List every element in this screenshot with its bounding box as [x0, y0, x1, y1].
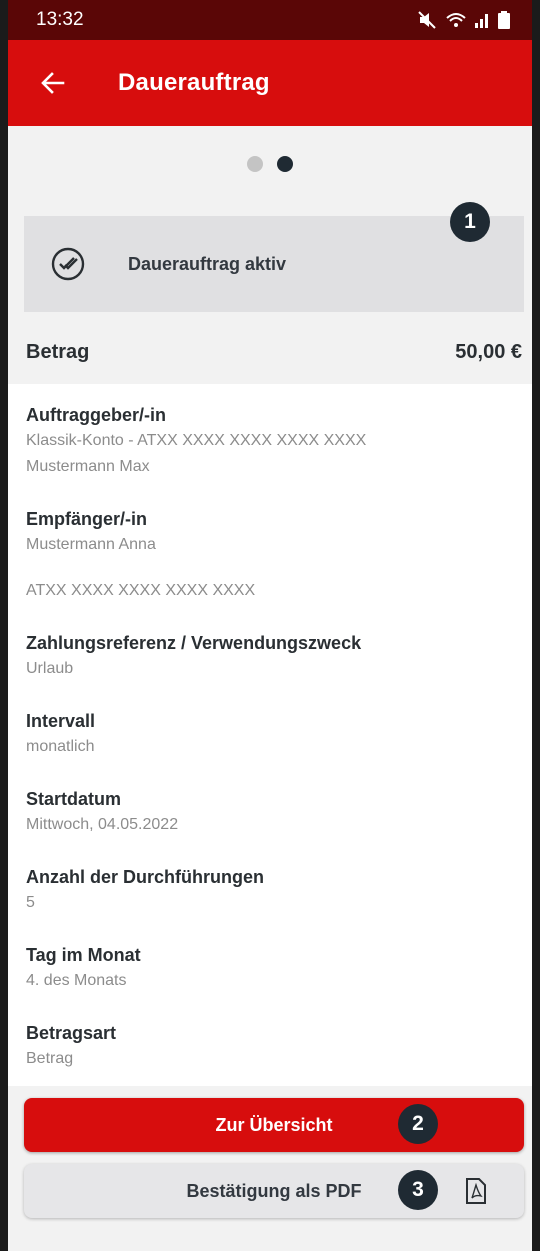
status-icons	[418, 11, 510, 29]
app-bar: Dauerauftrag	[8, 40, 532, 126]
status-bar: 13:32	[8, 0, 532, 40]
field-reference: Zahlungsreferenz / Verwendungszweck Urla…	[26, 630, 514, 682]
field-value: Klassik-Konto - ATXX XXXX XXXX XXXX XXXX	[26, 432, 367, 449]
overview-button[interactable]: Zur Übersicht 2	[24, 1098, 524, 1152]
page-title: Dauerauftrag	[118, 69, 270, 96]
field-start-date: Startdatum Mittwoch, 04.05.2022	[26, 786, 514, 838]
amount-value: 50,00 €	[455, 340, 522, 363]
annotation-marker-2: 2	[398, 1104, 438, 1144]
field-orderer: Auftraggeber/-in Klassik-Konto - ATXX XX…	[26, 402, 514, 480]
field-label: Empfänger/-in	[26, 509, 148, 529]
pdf-confirmation-button[interactable]: Bestätigung als PDF 3	[24, 1164, 524, 1218]
wifi-icon	[446, 13, 466, 27]
mute-icon	[418, 11, 436, 29]
field-interval: Intervall monatlich	[26, 708, 514, 760]
page-dot-1[interactable]	[247, 156, 263, 172]
overview-button-label: Zur Übersicht	[215, 1114, 333, 1135]
status-time: 13:32	[36, 9, 84, 30]
pdf-file-icon	[466, 1178, 486, 1204]
field-amount-type: Betragsart Betrag	[26, 1020, 514, 1072]
button-area: Zur Übersicht 2 Bestätigung als PDF 3	[8, 1086, 532, 1218]
field-value: 5	[26, 894, 35, 911]
details-list: Auftraggeber/-in Klassik-Konto - ATXX XX…	[8, 384, 532, 1086]
arrow-left-icon	[41, 72, 65, 94]
back-button[interactable]	[36, 66, 70, 100]
field-value: Mustermann Anna	[26, 536, 156, 553]
page-dot-2[interactable]	[277, 156, 293, 172]
field-label: Zahlungsreferenz / Verwendungszweck	[26, 633, 362, 653]
double-check-circle-icon	[51, 247, 85, 281]
amount-label: Betrag	[26, 340, 90, 363]
field-value: Mustermann Max	[26, 458, 150, 475]
signal-icon	[475, 14, 488, 28]
field-day-of-month: Tag im Monat 4. des Monats	[26, 942, 514, 994]
field-label: Anzahl der Durchführungen	[26, 867, 264, 887]
field-label: Betragsart	[26, 1023, 117, 1043]
field-label: Tag im Monat	[26, 945, 141, 965]
field-value: 4. des Monats	[26, 972, 127, 989]
annotation-marker-3: 3	[398, 1170, 438, 1210]
field-value: Betrag	[26, 1050, 74, 1067]
field-recipient: Empfänger/-in Mustermann Anna ATXX XXXX …	[26, 506, 514, 604]
field-value: Urlaub	[26, 660, 74, 677]
battery-icon	[498, 11, 510, 29]
field-value: ATXX XXXX XXXX XXXX XXXX	[26, 582, 256, 599]
field-label: Auftraggeber/-in	[26, 405, 167, 425]
phone-screen: 13:32 Dauerauftrag Dauerauftrag aktiv 1 …	[0, 0, 540, 1251]
pdf-button-label: Bestätigung als PDF	[186, 1180, 362, 1201]
field-executions: Anzahl der Durchführungen 5	[26, 864, 514, 916]
standing-order-status-card: Dauerauftrag aktiv 1	[24, 202, 524, 312]
annotation-marker-1: 1	[450, 202, 490, 242]
field-value: Mittwoch, 04.05.2022	[26, 816, 179, 833]
status-label: Dauerauftrag aktiv	[128, 253, 287, 274]
field-value: monatlich	[26, 738, 95, 755]
field-label: Intervall	[26, 711, 96, 731]
field-label: Startdatum	[26, 789, 122, 809]
amount-row: Betrag 50,00 €	[8, 320, 532, 384]
page-indicator	[8, 126, 532, 202]
